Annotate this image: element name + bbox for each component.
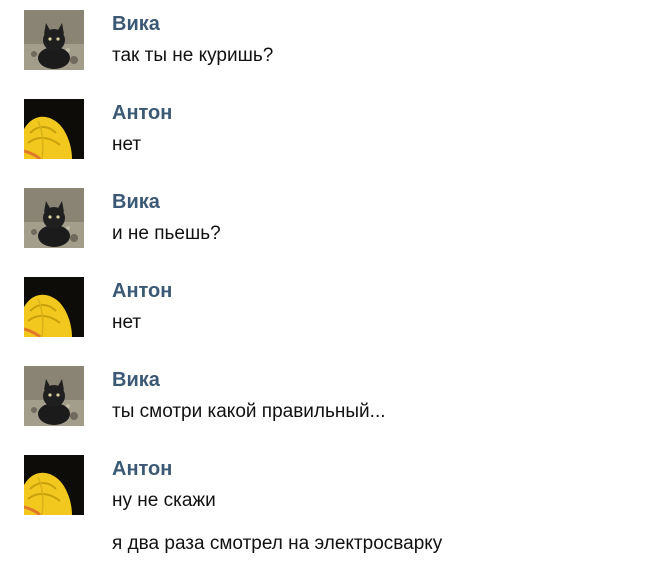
yellow-hat-avatar-icon[interactable] bbox=[24, 99, 84, 159]
message-text: ты смотри какой правильный... bbox=[112, 401, 386, 422]
message-author[interactable]: Антон bbox=[112, 457, 172, 481]
message-text-continuation: я два раза смотрел на электросварку bbox=[112, 533, 443, 554]
message-author[interactable]: Антон bbox=[112, 101, 172, 125]
yellow-hat-avatar-icon[interactable] bbox=[24, 455, 84, 515]
chat-history: Вика так ты не куришь? Антон нет Вика и … bbox=[0, 0, 650, 576]
cat-avatar-icon[interactable] bbox=[24, 188, 84, 248]
message-author[interactable]: Вика bbox=[112, 190, 160, 214]
yellow-hat-avatar-icon[interactable] bbox=[24, 277, 84, 337]
cat-avatar-icon[interactable] bbox=[24, 10, 84, 70]
message-text: так ты не куришь? bbox=[112, 45, 274, 66]
cat-avatar-icon[interactable] bbox=[24, 366, 84, 426]
message-text: нет bbox=[112, 312, 142, 333]
message-author[interactable]: Вика bbox=[112, 12, 160, 36]
message-text: ну не скажи bbox=[112, 490, 216, 511]
message-text: нет bbox=[112, 134, 142, 155]
message-author[interactable]: Вика bbox=[112, 368, 160, 392]
message-author[interactable]: Антон bbox=[112, 279, 172, 303]
message-text: и не пьешь? bbox=[112, 223, 221, 244]
